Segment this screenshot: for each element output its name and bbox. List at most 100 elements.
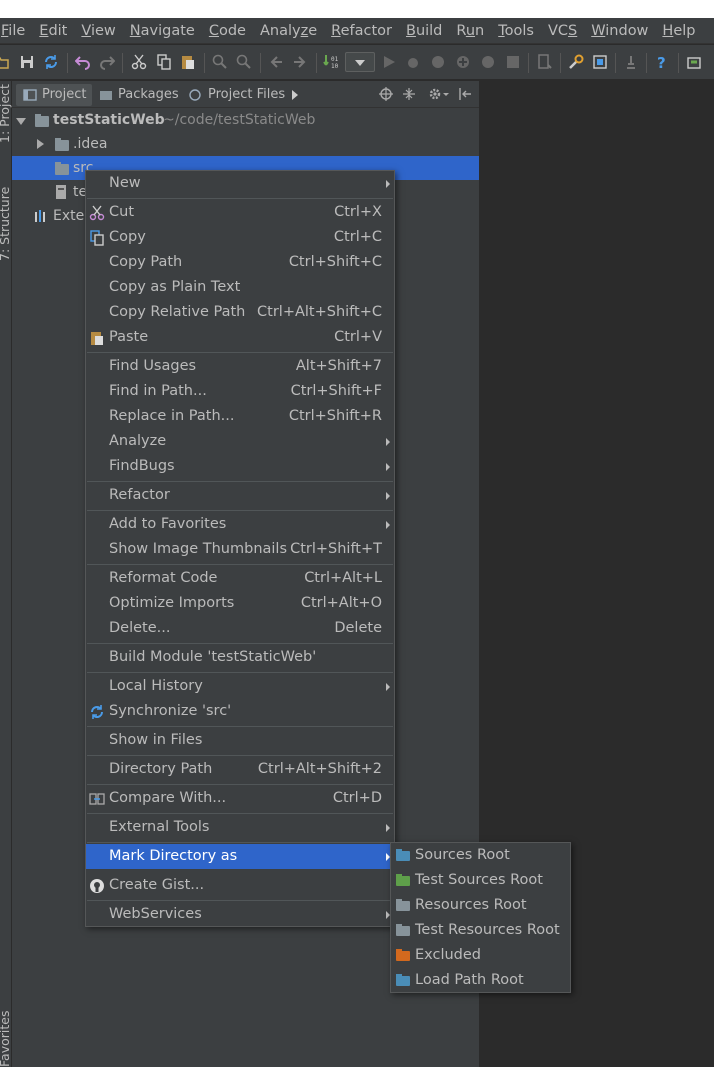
menu-item-label: Directory Path <box>109 761 213 777</box>
github-icon <box>90 879 104 893</box>
submenu-item-sources-root[interactable]: Sources Root <box>391 843 570 868</box>
cut-icon[interactable] <box>131 54 147 70</box>
menu-window[interactable]: Window <box>584 18 655 44</box>
menu-analyze[interactable]: Analyze <box>253 18 324 44</box>
submenu-item-excluded[interactable]: Excluded <box>391 943 570 968</box>
tab-packages[interactable]: Packages <box>92 84 185 106</box>
menu-item-copy-plain-text[interactable]: Copy as Plain Text <box>86 275 394 300</box>
find-icon[interactable] <box>212 54 228 70</box>
menu-item-find-in-path[interactable]: Find in Path... Ctrl+Shift+F <box>86 379 394 404</box>
submenu-item-resources-root[interactable]: Resources Root <box>391 893 570 918</box>
menu-separator <box>87 900 393 901</box>
menu-item-cut[interactable]: Cut Ctrl+X <box>86 200 394 225</box>
menu-mnemonic: B <box>405 22 416 39</box>
submenu-item-load-path-root[interactable]: Load Path Root <box>391 968 570 993</box>
attach-icon[interactable] <box>480 54 496 70</box>
open-folder-icon[interactable] <box>0 54 10 70</box>
menu-item-paste[interactable]: Paste Ctrl+V <box>86 325 394 350</box>
menu-bar: File Edit View Navigate Code Analyze Refactor B… <box>0 18 714 44</box>
tree-row-root[interactable]: testStaticWeb ~/code/testStaticWeb <box>12 108 479 132</box>
submenu-item-test-resources-root[interactable]: Test Resources Root <box>391 918 570 943</box>
menu-item-replace-in-path[interactable]: Replace in Path... Ctrl+Shift+R <box>86 404 394 429</box>
structure-tool-tab[interactable]: 7: Structure <box>0 187 12 261</box>
menu-item-synchronize[interactable]: Synchronize 'src' <box>86 699 394 724</box>
menu-item-findbugs[interactable]: FindBugs <box>86 454 394 479</box>
tab-project[interactable]: Project <box>16 84 93 106</box>
menu-item-find-usages[interactable]: Find Usages Alt+Shift+7 <box>86 354 394 379</box>
submenu-item-label: Resources Root <box>415 897 527 913</box>
menu-item-show-in-files[interactable]: Show in Files <box>86 728 394 753</box>
menu-edit[interactable]: Edit <box>32 18 74 44</box>
help-icon[interactable]: ? <box>654 54 670 70</box>
submenu-arrow-icon <box>386 438 390 446</box>
menu-item-create-gist[interactable]: Create Gist... <box>86 873 394 898</box>
sync-icon[interactable] <box>43 54 59 70</box>
menu-item-add-to-favorites[interactable]: Add to Favorites <box>86 512 394 537</box>
collapse-all-icon[interactable] <box>402 87 416 101</box>
project-tool-tab[interactable]: 1: Project <box>0 84 12 143</box>
menu-item-optimize-imports[interactable]: Optimize Imports Ctrl+Alt+O <box>86 591 394 616</box>
menu-item-webservices[interactable]: WebServices <box>86 902 394 927</box>
menu-item-local-history[interactable]: Local History <box>86 674 394 699</box>
menu-file[interactable]: File <box>0 18 32 44</box>
build-icon[interactable]: 0110 <box>323 54 339 70</box>
menu-view[interactable]: View <box>74 18 122 44</box>
menu-tools[interactable]: Tools <box>491 18 541 44</box>
gear-icon[interactable] <box>428 87 450 101</box>
menu-item-directory-path[interactable]: Directory Path Ctrl+Alt+Shift+2 <box>86 757 394 782</box>
tab-project-files[interactable]: Project Files <box>182 84 291 106</box>
menu-item-mark-directory-as[interactable]: Mark Directory as <box>86 844 394 869</box>
more-tabs-icon[interactable] <box>290 89 300 101</box>
tree-row-idea[interactable]: .idea <box>12 132 479 156</box>
menu-item-shortcut: Ctrl+Shift+T <box>290 541 382 557</box>
project-structure-icon[interactable] <box>592 54 608 70</box>
menu-code[interactable]: Code <box>202 18 253 44</box>
menu-item-copy-path[interactable]: Copy Path Ctrl+Shift+C <box>86 250 394 275</box>
menu-item-external-tools[interactable]: External Tools <box>86 815 394 840</box>
replace-icon[interactable] <box>236 54 252 70</box>
paste-icon[interactable] <box>180 54 196 70</box>
run-config-dropdown[interactable] <box>345 52 375 72</box>
submenu-item-test-sources-root[interactable]: Test Sources Root <box>391 868 570 893</box>
menu-item-shortcut: Ctrl+Alt+Shift+2 <box>257 761 382 777</box>
stop-icon[interactable] <box>505 54 521 70</box>
profile-icon[interactable] <box>455 54 471 70</box>
menu-help[interactable]: Help <box>655 18 702 44</box>
expanded-arrow-icon[interactable] <box>16 116 26 126</box>
save-icon[interactable] <box>19 54 35 70</box>
menu-item-refactor[interactable]: Refactor <box>86 483 394 508</box>
toolbar-separator <box>67 53 68 73</box>
menu-label-end: ile <box>8 22 26 39</box>
collapsed-arrow-icon[interactable] <box>35 139 45 149</box>
coverage-icon[interactable] <box>430 54 446 70</box>
run-icon[interactable] <box>381 54 397 70</box>
redo-icon[interactable] <box>99 54 115 70</box>
back-icon[interactable] <box>268 54 284 70</box>
forward-icon[interactable] <box>292 54 308 70</box>
menu-item-copy-relative-path[interactable]: Copy Relative Path Ctrl+Alt+Shift+C <box>86 300 394 325</box>
menu-run[interactable]: Run <box>449 18 491 44</box>
undo-icon[interactable] <box>75 54 91 70</box>
settings-wrench-icon[interactable] <box>568 54 584 70</box>
menu-navigate[interactable]: Navigate <box>123 18 202 44</box>
menu-refactor[interactable]: Refactor <box>324 18 399 44</box>
menu-build[interactable]: Build <box>399 18 449 44</box>
device-icon[interactable] <box>536 54 552 70</box>
menu-item-new[interactable]: New <box>86 171 394 196</box>
menu-item-show-image-thumbnails[interactable]: Show Image Thumbnails Ctrl+Shift+T <box>86 537 394 562</box>
menu-vcs[interactable]: VCS <box>541 18 584 44</box>
menu-item-delete[interactable]: Delete... Delete <box>86 616 394 641</box>
menu-item-compare-with[interactable]: Compare With... Ctrl+D <box>86 786 394 811</box>
favorites-tool-tab[interactable]: Favorites <box>0 1011 12 1067</box>
menu-item-build-module[interactable]: Build Module 'testStaticWeb' <box>86 645 394 670</box>
project-view-icon <box>23 89 37 101</box>
debug-icon[interactable] <box>405 54 421 70</box>
menu-item-analyze[interactable]: Analyze <box>86 429 394 454</box>
copy-icon[interactable] <box>156 54 172 70</box>
menu-item-copy[interactable]: Copy Ctrl+C <box>86 225 394 250</box>
menu-item-reformat-code[interactable]: Reformat Code Ctrl+Alt+L <box>86 566 394 591</box>
sdk-manager-icon[interactable] <box>623 54 639 70</box>
android-device-icon[interactable] <box>686 54 702 70</box>
locate-file-icon[interactable] <box>379 87 393 101</box>
hide-panel-icon[interactable] <box>458 87 472 101</box>
